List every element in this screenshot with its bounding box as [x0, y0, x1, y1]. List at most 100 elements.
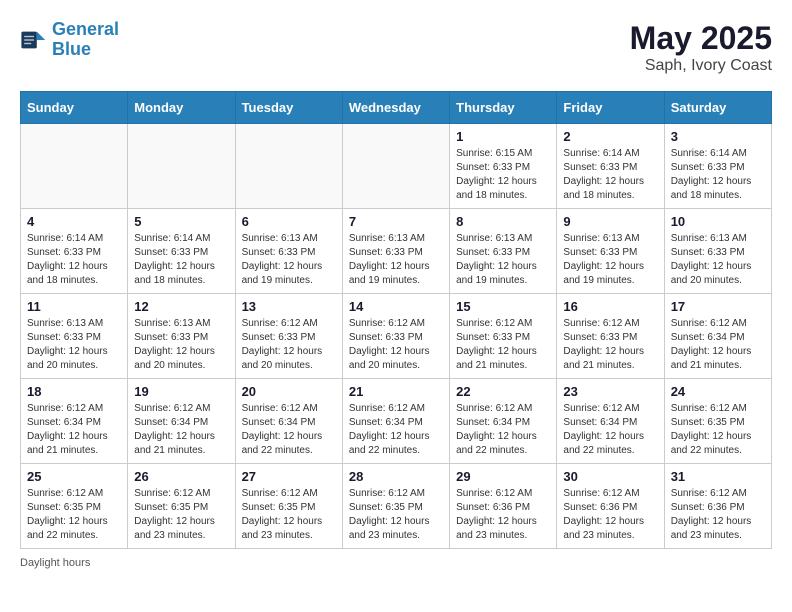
calendar-cell: 5Sunrise: 6:14 AM Sunset: 6:33 PM Daylig…: [128, 209, 235, 294]
weekday-header: Thursday: [450, 92, 557, 124]
calendar-cell: 13 Sunrise: 6:12 AM Sunset: 6:33 PM Dayli…: [235, 294, 342, 379]
day-info: Sunrise: 6:13 AM Sunset: 6:33 PM Dayligh…: [134, 317, 228, 373]
logo-general: General: [52, 19, 119, 39]
day-info: Sunrise: 6:12 AM Sunset: 6:34 PM Dayligh…: [456, 402, 550, 458]
month-year: May 2025: [630, 20, 772, 57]
calendar-cell: 12 Sunrise: 6:13 AM Sunset: 6:33 PM Dayli…: [128, 294, 235, 379]
calendar-cell: [128, 124, 235, 209]
calendar-cell: 15Sunrise: 6:12 AM Sunset: 6:33 PM Dayli…: [450, 294, 557, 379]
day-info: Sunrise: 6:12 AM Sunset: 6:35 PM Dayligh…: [242, 487, 336, 543]
calendar-cell: 1Sunrise: 6:15 AM Sunset: 6:33 PM Daylig…: [450, 124, 557, 209]
calendar-cell: 30 Sunrise: 6:12 AM Sunset: 6:36 PM Dayli…: [557, 464, 664, 549]
calendar-week-row: 11 Sunrise: 6:13 AM Sunset: 6:33 PM Dayli…: [21, 294, 772, 379]
calendar-cell: 18 Sunrise: 6:12 AM Sunset: 6:34 PM Dayli…: [21, 379, 128, 464]
day-number: 17: [671, 299, 765, 314]
day-number: 12: [134, 299, 228, 314]
calendar-cell: 6 Sunrise: 6:13 AM Sunset: 6:33 PM Daylig…: [235, 209, 342, 294]
day-number: 6: [242, 214, 336, 229]
day-info: Sunrise: 6:12 AM Sunset: 6:34 PM Dayligh…: [349, 402, 443, 458]
day-number: 23: [563, 384, 657, 399]
day-info: Sunrise: 6:12 AM Sunset: 6:33 PM Dayligh…: [242, 317, 336, 373]
calendar-cell: 25Sunrise: 6:12 AM Sunset: 6:35 PM Dayli…: [21, 464, 128, 549]
calendar-cell: 9 Sunrise: 6:13 AM Sunset: 6:33 PM Daylig…: [557, 209, 664, 294]
day-number: 29: [456, 469, 550, 484]
day-number: 16: [563, 299, 657, 314]
day-number: 20: [242, 384, 336, 399]
day-number: 30: [563, 469, 657, 484]
calendar-cell: 20 Sunrise: 6:12 AM Sunset: 6:34 PM Dayli…: [235, 379, 342, 464]
weekday-header: Wednesday: [342, 92, 449, 124]
day-number: 9: [563, 214, 657, 229]
calendar-cell: 31 Sunrise: 6:12 AM Sunset: 6:36 PM Dayli…: [664, 464, 771, 549]
calendar-cell: [235, 124, 342, 209]
calendar-cell: [342, 124, 449, 209]
logo-text: General Blue: [52, 20, 119, 60]
weekday-header: Tuesday: [235, 92, 342, 124]
day-info: Sunrise: 6:12 AM Sunset: 6:34 PM Dayligh…: [27, 402, 121, 458]
day-info: Sunrise: 6:12 AM Sunset: 6:33 PM Dayligh…: [563, 317, 657, 373]
logo-blue: Blue: [52, 39, 91, 59]
calendar-cell: 4Sunrise: 6:14 AM Sunset: 6:33 PM Daylig…: [21, 209, 128, 294]
calendar-cell: 17Sunrise: 6:12 AM Sunset: 6:34 PM Dayli…: [664, 294, 771, 379]
day-number: 19: [134, 384, 228, 399]
day-info: Sunrise: 6:13 AM Sunset: 6:33 PM Dayligh…: [349, 232, 443, 288]
calendar-cell: 10Sunrise: 6:13 AM Sunset: 6:33 PM Dayli…: [664, 209, 771, 294]
day-info: Sunrise: 6:13 AM Sunset: 6:33 PM Dayligh…: [563, 232, 657, 288]
day-info: Sunrise: 6:13 AM Sunset: 6:33 PM Dayligh…: [27, 317, 121, 373]
title-block: May 2025 Saph, Ivory Coast: [630, 20, 772, 75]
weekday-header: Friday: [557, 92, 664, 124]
day-number: 3: [671, 129, 765, 144]
calendar-cell: 8Sunrise: 6:13 AM Sunset: 6:33 PM Daylig…: [450, 209, 557, 294]
calendar-cell: 16 Sunrise: 6:12 AM Sunset: 6:33 PM Dayli…: [557, 294, 664, 379]
calendar-cell: 29 Sunrise: 6:12 AM Sunset: 6:36 PM Dayli…: [450, 464, 557, 549]
day-info: Sunrise: 6:14 AM Sunset: 6:33 PM Dayligh…: [134, 232, 228, 288]
day-info: Sunrise: 6:13 AM Sunset: 6:33 PM Dayligh…: [456, 232, 550, 288]
calendar-cell: 24Sunrise: 6:12 AM Sunset: 6:35 PM Dayli…: [664, 379, 771, 464]
calendar-week-row: 4Sunrise: 6:14 AM Sunset: 6:33 PM Daylig…: [21, 209, 772, 294]
day-info: Sunrise: 6:14 AM Sunset: 6:33 PM Dayligh…: [563, 147, 657, 203]
calendar-footer: Daylight hours: [20, 557, 772, 569]
day-info: Sunrise: 6:12 AM Sunset: 6:36 PM Dayligh…: [563, 487, 657, 543]
day-number: 10: [671, 214, 765, 229]
calendar-week-row: 1Sunrise: 6:15 AM Sunset: 6:33 PM Daylig…: [21, 124, 772, 209]
day-number: 21: [349, 384, 443, 399]
day-number: 24: [671, 384, 765, 399]
calendar-cell: 27 Sunrise: 6:12 AM Sunset: 6:35 PM Dayli…: [235, 464, 342, 549]
day-info: Sunrise: 6:12 AM Sunset: 6:34 PM Dayligh…: [242, 402, 336, 458]
calendar-cell: [21, 124, 128, 209]
calendar-cell: 26 Sunrise: 6:12 AM Sunset: 6:35 PM Dayli…: [128, 464, 235, 549]
calendar-cell: 19 Sunrise: 6:12 AM Sunset: 6:34 PM Dayli…: [128, 379, 235, 464]
day-number: 13: [242, 299, 336, 314]
day-number: 11: [27, 299, 121, 314]
day-number: 27: [242, 469, 336, 484]
day-info: Sunrise: 6:12 AM Sunset: 6:34 PM Dayligh…: [134, 402, 228, 458]
calendar-cell: 14Sunrise: 6:12 AM Sunset: 6:33 PM Dayli…: [342, 294, 449, 379]
day-number: 31: [671, 469, 765, 484]
day-info: Sunrise: 6:12 AM Sunset: 6:36 PM Dayligh…: [671, 487, 765, 543]
day-info: Sunrise: 6:12 AM Sunset: 6:36 PM Dayligh…: [456, 487, 550, 543]
day-info: Sunrise: 6:12 AM Sunset: 6:35 PM Dayligh…: [349, 487, 443, 543]
day-info: Sunrise: 6:12 AM Sunset: 6:34 PM Dayligh…: [563, 402, 657, 458]
calendar-week-row: 25Sunrise: 6:12 AM Sunset: 6:35 PM Dayli…: [21, 464, 772, 549]
day-number: 28: [349, 469, 443, 484]
day-info: Sunrise: 6:14 AM Sunset: 6:33 PM Dayligh…: [27, 232, 121, 288]
day-number: 1: [456, 129, 550, 144]
day-info: Sunrise: 6:13 AM Sunset: 6:33 PM Dayligh…: [242, 232, 336, 288]
logo-icon: [20, 26, 48, 54]
day-number: 2: [563, 129, 657, 144]
calendar-cell: 11 Sunrise: 6:13 AM Sunset: 6:33 PM Dayli…: [21, 294, 128, 379]
calendar-cell: 2 Sunrise: 6:14 AM Sunset: 6:33 PM Daylig…: [557, 124, 664, 209]
day-info: Sunrise: 6:12 AM Sunset: 6:33 PM Dayligh…: [456, 317, 550, 373]
calendar-cell: 7Sunrise: 6:13 AM Sunset: 6:33 PM Daylig…: [342, 209, 449, 294]
weekday-header: Monday: [128, 92, 235, 124]
day-number: 26: [134, 469, 228, 484]
weekday-header: Saturday: [664, 92, 771, 124]
day-info: Sunrise: 6:12 AM Sunset: 6:33 PM Dayligh…: [349, 317, 443, 373]
calendar-cell: 22Sunrise: 6:12 AM Sunset: 6:34 PM Dayli…: [450, 379, 557, 464]
day-number: 18: [27, 384, 121, 399]
day-info: Sunrise: 6:12 AM Sunset: 6:35 PM Dayligh…: [134, 487, 228, 543]
footer-text: Daylight hours: [20, 557, 90, 569]
weekday-header-row: SundayMondayTuesdayWednesdayThursdayFrid…: [21, 92, 772, 124]
calendar-cell: 23 Sunrise: 6:12 AM Sunset: 6:34 PM Dayli…: [557, 379, 664, 464]
calendar-cell: 28 Sunrise: 6:12 AM Sunset: 6:35 PM Dayli…: [342, 464, 449, 549]
